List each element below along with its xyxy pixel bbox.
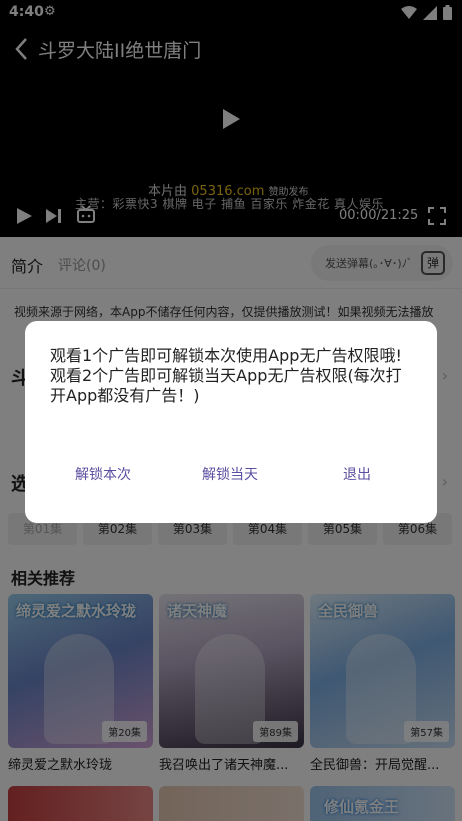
unlock-day-button[interactable]: 解锁当天 xyxy=(202,464,258,484)
ad-unlock-dialog: 观看1个广告即可解锁本次使用App无广告权限哦! 观看2个广告即可解锁当天App… xyxy=(25,321,437,523)
dialog-line-1: 观看1个广告即可解锁本次使用App无广告权限哦! xyxy=(50,346,402,365)
dialog-message: 观看1个广告即可解锁本次使用App无广告权限哦! 观看2个广告即可解锁当天App… xyxy=(50,346,410,406)
unlock-once-button[interactable]: 解锁本次 xyxy=(75,464,131,484)
exit-button[interactable]: 退出 xyxy=(343,464,371,484)
dialog-line-2: 观看2个广告即可解锁当天App无广告权限(每次打开App都没有广告！) xyxy=(50,366,402,405)
